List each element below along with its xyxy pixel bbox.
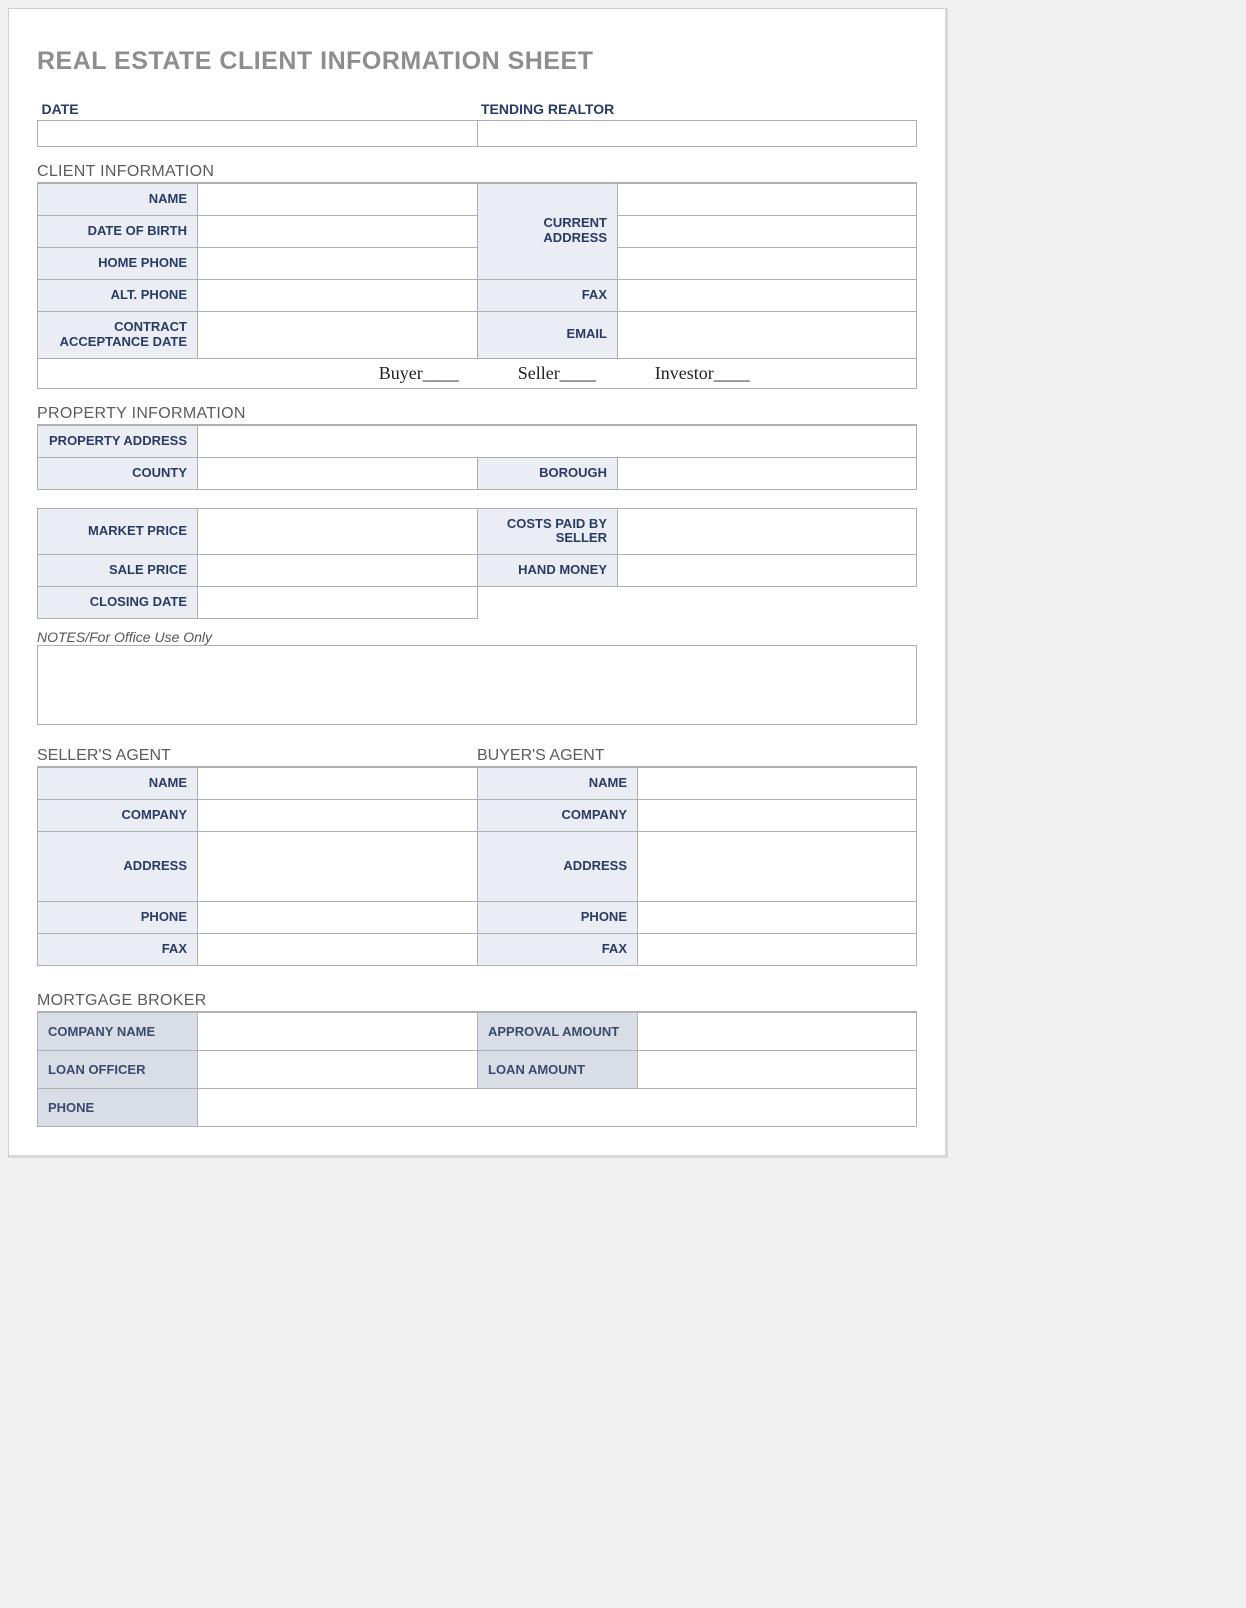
borough-input[interactable] <box>618 457 917 489</box>
property-address-input[interactable] <box>198 425 917 457</box>
realtor-input[interactable] <box>477 121 917 147</box>
county-input[interactable] <box>198 457 478 489</box>
broker-table: COMPANY NAME APPROVAL AMOUNT LOAN OFFICE… <box>37 1012 917 1127</box>
loan-amount-input[interactable] <box>638 1051 917 1089</box>
market-price-label: MARKET PRICE <box>38 508 198 555</box>
county-label: COUNTY <box>38 457 198 489</box>
name-label: NAME <box>38 184 198 216</box>
fax-input[interactable] <box>618 279 917 311</box>
buyer-phone-label: PHONE <box>478 902 638 934</box>
page-title: REAL ESTATE CLIENT INFORMATION SHEET <box>37 47 917 76</box>
alt-phone-label: ALT. PHONE <box>38 279 198 311</box>
current-address-input-3[interactable] <box>618 247 917 279</box>
buyer-phone-input[interactable] <box>638 902 917 934</box>
home-phone-input[interactable] <box>198 247 478 279</box>
seller-name-label: NAME <box>38 768 198 800</box>
top-table: DATE TENDING REALTOR <box>37 98 917 147</box>
buyer-name-input[interactable] <box>638 768 917 800</box>
broker-phone-label: PHONE <box>38 1089 198 1127</box>
date-label: DATE <box>38 98 478 121</box>
realtor-label: TENDING REALTOR <box>477 98 917 121</box>
hand-money-label: HAND MONEY <box>478 555 618 587</box>
notes-label: NOTES/For Office Use Only <box>37 629 917 645</box>
costs-label: COSTS PAID BY SELLER <box>478 508 618 555</box>
seller-fax-input[interactable] <box>198 934 478 966</box>
seller-address-label: ADDRESS <box>38 832 198 902</box>
property-table: PROPERTY ADDRESS COUNTY BOROUGH <box>37 425 917 490</box>
property-address-label: PROPERTY ADDRESS <box>38 425 198 457</box>
broker-phone-input[interactable] <box>198 1089 917 1127</box>
buyer-address-label: ADDRESS <box>478 832 638 902</box>
seller-company-label: COMPANY <box>38 800 198 832</box>
borough-label: BOROUGH <box>478 457 618 489</box>
costs-input[interactable] <box>618 508 917 555</box>
broker-company-input[interactable] <box>198 1013 478 1051</box>
current-address-label: CURRENT ADDRESS <box>478 184 618 280</box>
form-page: REAL ESTATE CLIENT INFORMATION SHEET DAT… <box>8 8 948 1158</box>
buyer-fax-label: FAX <box>478 934 638 966</box>
loan-amount-label: LOAN AMOUNT <box>478 1051 638 1089</box>
name-input[interactable] <box>198 184 478 216</box>
approval-label: APPROVAL AMOUNT <box>478 1013 638 1051</box>
alt-phone-input[interactable] <box>198 279 478 311</box>
buyer-address-input[interactable] <box>638 832 917 902</box>
broker-company-label: COMPANY NAME <box>38 1013 198 1051</box>
client-heading: CLIENT INFORMATION <box>37 163 917 183</box>
buyer-company-label: COMPANY <box>478 800 638 832</box>
approval-input[interactable] <box>638 1013 917 1051</box>
dob-label: DATE OF BIRTH <box>38 215 198 247</box>
email-label: EMAIL <box>478 311 618 358</box>
loan-officer-label: LOAN OFFICER <box>38 1051 198 1089</box>
date-input[interactable] <box>38 121 478 147</box>
hand-money-input[interactable] <box>618 555 917 587</box>
seller-phone-input[interactable] <box>198 902 478 934</box>
sale-price-input[interactable] <box>198 555 478 587</box>
seller-company-input[interactable] <box>198 800 478 832</box>
current-address-input-1[interactable] <box>618 184 917 216</box>
buyer-agent-heading: BUYER'S AGENT <box>477 747 917 767</box>
seller-phone-label: PHONE <box>38 902 198 934</box>
home-phone-label: HOME PHONE <box>38 247 198 279</box>
contract-date-label: CONTRACT ACCEPTANCE DATE <box>38 311 198 358</box>
role-row[interactable]: Buyer____ Seller____ Investor____ <box>38 358 917 388</box>
email-input[interactable] <box>618 311 917 358</box>
contract-date-input[interactable] <box>198 311 478 358</box>
loan-officer-input[interactable] <box>198 1051 478 1089</box>
seller-fax-label: FAX <box>38 934 198 966</box>
buyer-fax-input[interactable] <box>638 934 917 966</box>
current-address-input-2[interactable] <box>618 215 917 247</box>
buyer-company-input[interactable] <box>638 800 917 832</box>
property-heading: PROPERTY INFORMATION <box>37 405 917 425</box>
market-price-input[interactable] <box>198 508 478 555</box>
seller-name-input[interactable] <box>198 768 478 800</box>
dob-input[interactable] <box>198 215 478 247</box>
closing-date-label: CLOSING DATE <box>38 587 198 619</box>
buyer-name-label: NAME <box>478 768 638 800</box>
notes-input[interactable] <box>37 645 917 725</box>
price-table: MARKET PRICE COSTS PAID BY SELLER SALE P… <box>37 508 917 620</box>
seller-agent-heading: SELLER'S AGENT <box>37 747 477 767</box>
agents-table: NAME NAME COMPANY COMPANY ADDRESS ADDRES… <box>37 767 917 966</box>
closing-date-input[interactable] <box>198 587 478 619</box>
fax-label: FAX <box>478 279 618 311</box>
role-seller[interactable]: Seller____ <box>518 363 596 383</box>
role-investor[interactable]: Investor____ <box>655 363 750 383</box>
role-buyer[interactable]: Buyer____ <box>379 363 459 383</box>
sale-price-label: SALE PRICE <box>38 555 198 587</box>
seller-address-input[interactable] <box>198 832 478 902</box>
client-table: NAME CURRENT ADDRESS DATE OF BIRTH HOME … <box>37 183 917 389</box>
broker-heading: MORTGAGE BROKER <box>37 992 917 1012</box>
